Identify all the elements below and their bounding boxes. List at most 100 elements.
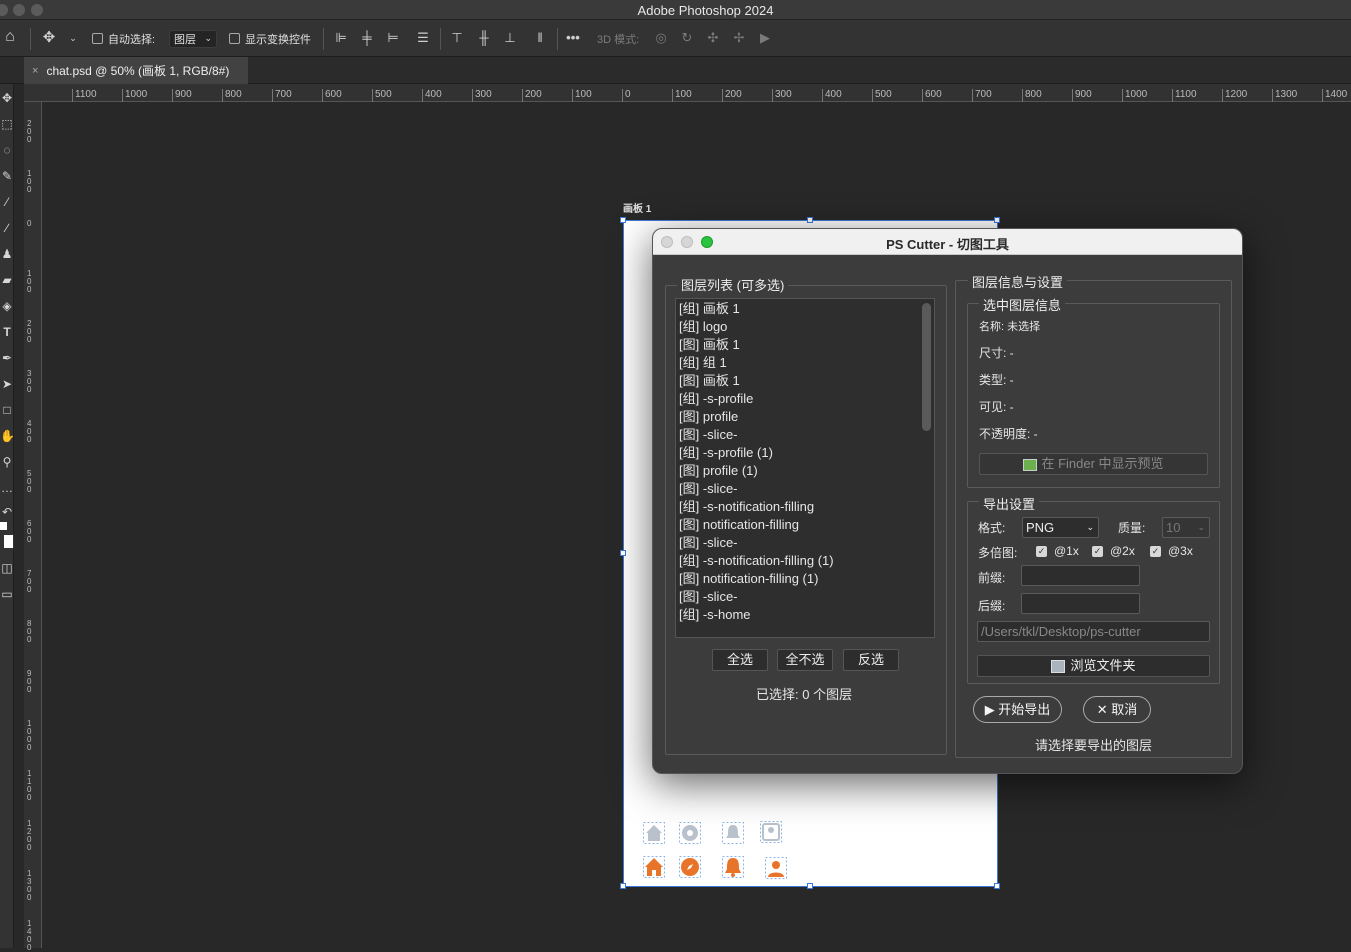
foreground-color-swatch[interactable] — [0, 521, 8, 531]
paint-bucket-icon[interactable]: ◈ — [0, 298, 14, 314]
select-all-button[interactable]: 全选 — [712, 649, 768, 671]
zoom-tool-icon[interactable]: ⚲ — [0, 454, 14, 470]
scale-1x-checkbox[interactable]: ✓ @1x — [1036, 544, 1079, 558]
scale-3x-checkbox[interactable]: ✓ @3x — [1150, 544, 1193, 558]
layer-list-item[interactable]: [图] notification-filling — [679, 516, 799, 534]
stamp-tool-icon[interactable]: ♟ — [0, 246, 14, 262]
3d-roll-icon[interactable]: ↻ — [680, 31, 694, 45]
start-export-button[interactable]: ▶ 开始导出 — [973, 696, 1062, 723]
document-tab[interactable]: × chat.psd @ 50% (画板 1, RGB/8#) — [24, 57, 248, 84]
document-tab-label: chat.psd @ 50% (画板 1, RGB/8#) — [46, 64, 230, 78]
layer-list-legend: 图层列表 (可多选) — [677, 275, 789, 294]
layer-list-scrollbar[interactable] — [922, 303, 931, 431]
layer-list-item[interactable]: [图] 画板 1 — [679, 336, 740, 354]
ruler-tick-label: 100 — [672, 89, 692, 102]
suffix-input[interactable] — [1021, 593, 1140, 614]
3d-slide-icon[interactable]: ✢ — [732, 31, 746, 45]
ruler-tick-label: 300 — [27, 369, 32, 394]
chevron-down-icon: ⌄ — [1197, 522, 1205, 532]
layer-list-item[interactable]: [组] -s-notification-filling — [679, 498, 814, 516]
layer-list-item[interactable]: [组] -s-home — [679, 606, 751, 624]
home-icon[interactable]: ⌂ — [3, 29, 17, 45]
close-tab-icon[interactable]: × — [32, 65, 38, 77]
distribute-icon[interactable]: ☰ — [416, 31, 430, 45]
prefix-input[interactable] — [1021, 565, 1140, 586]
lasso-tool-icon[interactable]: ◌ — [0, 142, 14, 158]
layer-list-item[interactable]: [组] -s-profile — [679, 390, 753, 408]
invert-selection-button[interactable]: 反选 — [843, 649, 899, 671]
ruler-tick-label: 500 — [372, 89, 392, 102]
browse-folder-button[interactable]: 浏览文件夹 — [977, 655, 1210, 677]
align-bottom-icon[interactable]: ⊥ — [503, 31, 517, 45]
more-options-icon[interactable]: ••• — [566, 31, 580, 45]
layer-list[interactable]: [组] 画板 1 [组] logo [图] 画板 1 [组] 组 1 [图] 画板 1[… — [675, 298, 935, 638]
layer-list-item[interactable]: [组] -s-notification-filling (1) — [679, 552, 834, 570]
ruler-tick-label: 500 — [872, 89, 892, 102]
pen-tool-icon[interactable]: ✒ — [0, 350, 14, 366]
ruler-tick-label: 800 — [27, 619, 32, 644]
auto-select-checkbox[interactable]: 自动选择: — [92, 20, 155, 57]
background-color-swatch[interactable] — [3, 534, 14, 549]
align-hcenter-icon[interactable]: ╪ — [360, 31, 374, 45]
layer-list-item[interactable]: [图] -slice- — [679, 588, 738, 606]
layer-list-item[interactable]: [图] -slice- — [679, 480, 738, 498]
format-select[interactable]: PNG ⌄ — [1022, 517, 1099, 538]
brush-tool-icon[interactable]: ∕ — [0, 220, 14, 236]
layer-list-item[interactable]: [图] -slice- — [679, 534, 738, 552]
dialog-titlebar: PS Cutter - 切图工具 — [653, 229, 1242, 255]
layer-list-item[interactable]: [图] 画板 1 — [679, 372, 740, 390]
path-select-icon[interactable]: ➤ — [0, 376, 14, 392]
move-tool-icon[interactable]: ✥ — [0, 90, 14, 106]
eraser-tool-icon[interactable]: ▰ — [0, 272, 14, 288]
finder-preview-button[interactable]: 在 Finder 中显示预览 — [979, 453, 1208, 475]
select-none-button[interactable]: 全不选 — [777, 649, 833, 671]
ruler-tick-label: 200 — [27, 119, 32, 144]
eyedropper-tool-icon[interactable]: ⁄ — [0, 194, 14, 210]
layer-list-item[interactable]: [图] profile (1) — [679, 462, 758, 480]
document-tabs: × chat.psd @ 50% (画板 1, RGB/8#) — [0, 57, 1351, 84]
export-path-input[interactable]: /Users/tkl/Desktop/ps-cutter — [977, 621, 1210, 642]
swap-colors-icon[interactable]: ↶ — [0, 504, 14, 520]
layer-list-item[interactable]: [组] -s-profile (1) — [679, 444, 773, 462]
ruler-tick-label: 1100 — [27, 769, 32, 802]
cancel-button[interactable]: ✕ 取消 — [1083, 696, 1151, 723]
quality-label: 质量: — [1118, 521, 1146, 535]
artboard-label[interactable]: 画板 1 — [623, 200, 651, 215]
layer-list-item[interactable]: [组] logo — [679, 318, 727, 336]
align-vcenter-icon[interactable]: ╫ — [477, 31, 491, 45]
scale-2x-checkbox[interactable]: ✓ @2x — [1092, 544, 1135, 558]
quick-mask-icon[interactable]: ◫ — [0, 560, 14, 576]
3d-camera-icon[interactable]: ▶ — [758, 31, 772, 45]
align-top-icon[interactable]: ⊤ — [450, 31, 464, 45]
layer-list-item[interactable]: [图] notification-filling (1) — [679, 570, 818, 588]
scale-3x-label: @3x — [1168, 544, 1193, 558]
marquee-tool-icon[interactable]: ⬚ — [0, 116, 14, 132]
chevron-down-icon[interactable]: ⌄ — [66, 31, 80, 45]
status-text: 请选择要导出的图层 — [1035, 738, 1153, 753]
3d-orbit-icon[interactable]: ◎ — [654, 31, 668, 45]
3d-pan-icon[interactable]: ✣ — [706, 31, 720, 45]
selected-layer-legend: 选中图层信息 — [979, 295, 1066, 314]
mode-3d-label: 3D 模式: — [597, 33, 640, 46]
ruler-tick-label: 200 — [522, 89, 542, 102]
hand-tool-icon[interactable]: ✋ — [0, 428, 15, 444]
layer-list-item[interactable]: [组] 组 1 — [679, 354, 727, 372]
auto-select-dropdown[interactable]: 图层 ⌄ — [169, 29, 217, 48]
move-tool-icon[interactable]: ✥ — [42, 30, 56, 45]
transform-controls-checkbox[interactable]: 显示变换控件 — [229, 20, 311, 57]
quick-select-tool-icon[interactable]: ✎ — [0, 168, 14, 184]
format-label: 格式: — [978, 521, 1006, 535]
layer-list-item[interactable]: [图] profile — [679, 408, 738, 426]
screen-mode-icon[interactable]: ▭ — [0, 586, 14, 602]
layer-list-item[interactable]: [图] -slice- — [679, 426, 738, 444]
more-tools-icon[interactable]: … — [0, 480, 14, 496]
layer-list-item[interactable]: [组] 画板 1 — [679, 300, 740, 318]
type-tool-icon[interactable]: T — [0, 324, 14, 340]
ruler-tick-label: 400 — [422, 89, 442, 102]
shape-tool-icon[interactable]: □ — [0, 402, 14, 418]
vertical-ruler: 200 100 0 100 200 300 400 500 600 700 800 900 1000 11… — [24, 102, 42, 952]
distribute-vertical-icon[interactable]: ‖ — [533, 31, 547, 45]
align-left-icon[interactable]: ⊫ — [334, 31, 348, 45]
quality-select[interactable]: 10 ⌄ — [1162, 517, 1210, 538]
align-right-icon[interactable]: ⊨ — [386, 31, 400, 45]
